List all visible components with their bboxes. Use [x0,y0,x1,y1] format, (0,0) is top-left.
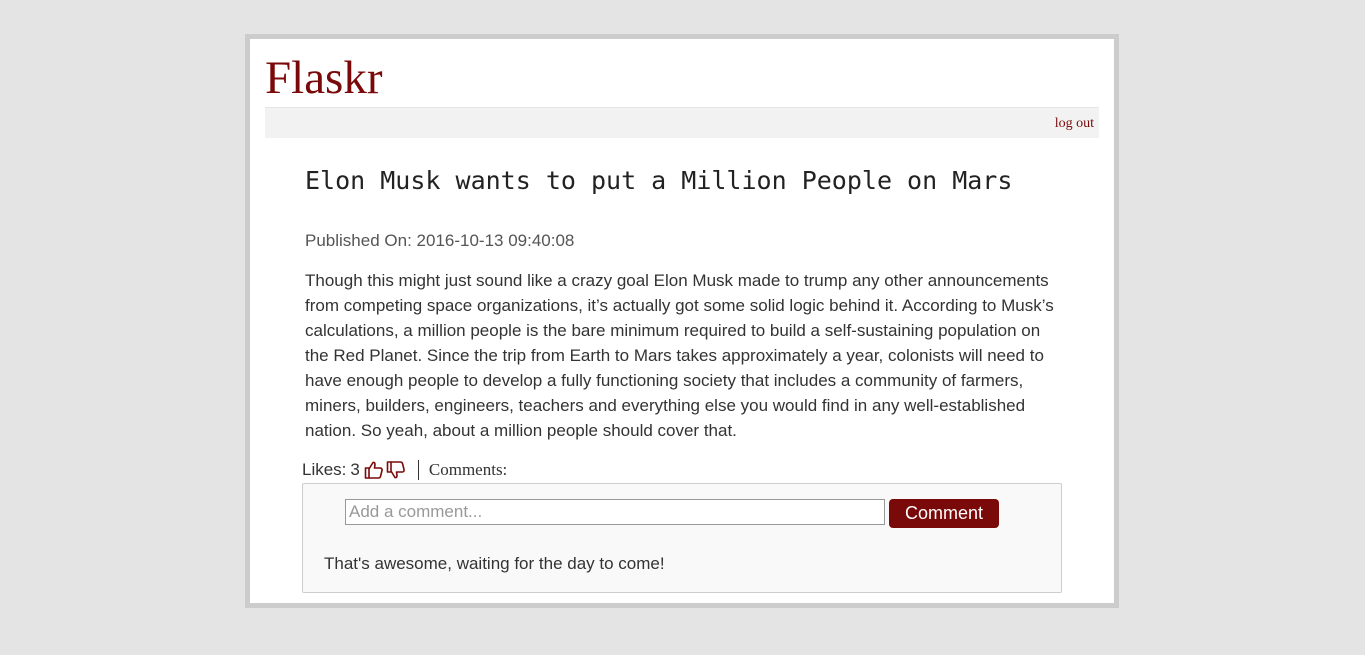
likes-label: Likes: [302,460,347,479]
published-timestamp: 2016-10-13 09:40:08 [416,231,575,250]
logout-link[interactable]: log out [1055,116,1094,132]
actions-divider [417,460,419,480]
likes-count: 3 [350,460,360,479]
thumbs-up-icon[interactable] [364,460,384,480]
meta-nav: log out [265,107,1099,138]
published-label: Published On: [305,231,412,250]
post-body: Though this might just sound like a craz… [305,271,1054,440]
app-title: Flaskr [265,52,383,104]
thumbs-down-icon[interactable] [386,460,406,480]
post-actions: Likes: 3 Comments: [302,458,507,482]
page-container: Flaskr log out Elon Musk wants to put a … [245,34,1119,608]
post-title: Elon Musk wants to put a Million People … [305,166,1013,195]
comment-item: That's awesome, waiting for the day to c… [324,554,665,573]
comments-section: Comment That's awesome, waiting for the … [302,483,1062,593]
comment-submit-button[interactable]: Comment [889,499,999,528]
comments-label: Comments: [428,460,508,479]
comment-input[interactable] [345,499,885,525]
published-date: Published On: 2016-10-13 09:40:08 [305,231,574,251]
